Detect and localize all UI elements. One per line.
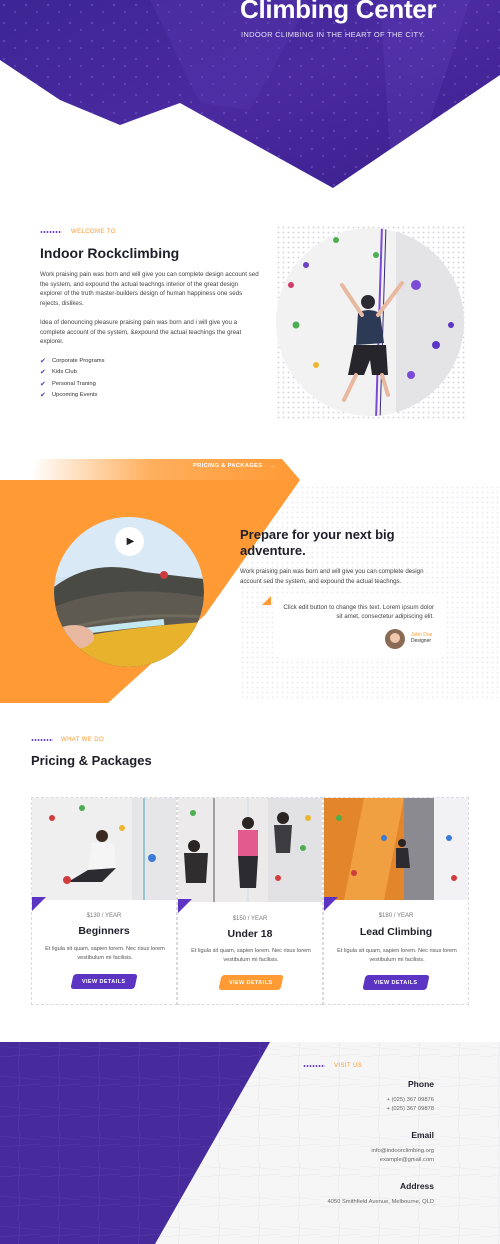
adventure-title: Prepare for your next big adventure. bbox=[240, 527, 395, 558]
play-button[interactable]: ▶ bbox=[115, 527, 144, 556]
card-title: Under 18 bbox=[227, 928, 273, 940]
feature-label: Personal Traning bbox=[52, 380, 96, 387]
adventure-paragraph: Work praising pain was born and will giv… bbox=[240, 568, 424, 585]
welcome-eyebrow: WELCOME TO bbox=[71, 229, 116, 235]
feature-label: Kids Club bbox=[52, 369, 77, 376]
card-description: Et ligula sit quam, sapien lorem. Nec ri… bbox=[191, 948, 311, 963]
card-price: $130 / YEAR bbox=[86, 913, 122, 919]
card-corner-decoration bbox=[32, 897, 46, 911]
testimonial-quote: Click edit button to change this text. L… bbox=[283, 604, 434, 620]
check-icon: ✔ bbox=[40, 369, 46, 377]
adventure-title-line-2: adventure. bbox=[240, 542, 306, 558]
card-title: Lead Climbing bbox=[359, 926, 433, 938]
address-label: Address bbox=[399, 1181, 434, 1191]
pricing-card-beginners: $130 / YEAR Beginners Et ligula sit quam… bbox=[31, 797, 177, 1005]
phone-number-1[interactable]: + (025) 367 09876 bbox=[386, 1097, 434, 1103]
email-address-1[interactable]: info@indoorclimbing.org bbox=[371, 1148, 434, 1154]
play-icon: ▶ bbox=[126, 536, 135, 547]
quote-decoration bbox=[262, 596, 271, 605]
list-item: ✔ Upcoming Events bbox=[40, 390, 240, 402]
climber-photo bbox=[276, 228, 464, 416]
tab-pricing-packages[interactable]: PRICING & PACKAGES → bbox=[193, 463, 275, 469]
view-details-button[interactable]: VIEW DETAILS bbox=[362, 975, 430, 990]
contact-eyebrow: VISIT US bbox=[334, 1063, 363, 1069]
pricing-eyebrow: WHAT WE DO bbox=[61, 737, 105, 743]
check-icon: ✔ bbox=[40, 392, 46, 400]
arrow-right-icon: → bbox=[269, 463, 276, 469]
hero-subtitle: INDOOR CLIMBING IN THE HEART OF THE CITY… bbox=[241, 30, 426, 39]
check-icon: ✔ bbox=[40, 380, 46, 388]
card-description: Et ligula sit quam, sapien lorem. Nec ri… bbox=[337, 948, 457, 963]
card-corner-decoration bbox=[324, 897, 338, 911]
pricing-card-under-18: $150 / YEAR Under 18 Et ligula sit quam,… bbox=[177, 797, 323, 1005]
button-label: VIEW DETAILS bbox=[82, 978, 126, 985]
feature-label: Corporate Programs bbox=[52, 357, 105, 364]
view-details-button[interactable]: VIEW DETAILS bbox=[218, 975, 284, 990]
pricing-title: Pricing & Packages bbox=[31, 753, 152, 768]
contact-eyebrow-row: VISIT US bbox=[303, 1063, 362, 1069]
dots-decoration bbox=[31, 739, 53, 741]
check-icon: ✔ bbox=[40, 357, 46, 365]
pricing-eyebrow-row: WHAT WE DO bbox=[31, 737, 104, 743]
list-item: ✔ Corporate Programs bbox=[40, 355, 240, 367]
address-text: 4050 Smithfield Avenue, Melbourne, QLD bbox=[327, 1199, 434, 1205]
email-address-2[interactable]: example@gmail.com bbox=[380, 1157, 434, 1163]
view-details-button[interactable]: VIEW DETAILS bbox=[70, 974, 138, 989]
welcome-eyebrow-row: WELCOME TO bbox=[40, 229, 116, 235]
hero-section: Climbing Center INDOOR CLIMBING IN THE H… bbox=[0, 0, 500, 195]
card-photo bbox=[178, 798, 322, 902]
button-label: VIEW DETAILS bbox=[374, 979, 418, 986]
card-photo bbox=[32, 798, 176, 900]
pricing-card-lead-climbing: $180 / YEAR Lead Climbing Et ligula sit … bbox=[323, 797, 469, 1005]
list-item: ✔ Kids Club bbox=[40, 367, 240, 379]
phone-label: Phone bbox=[408, 1079, 434, 1089]
contact-background bbox=[0, 1042, 500, 1244]
card-photo bbox=[324, 798, 468, 900]
email-label: Email bbox=[411, 1130, 434, 1140]
card-price: $180 / YEAR bbox=[378, 913, 414, 919]
avatar bbox=[385, 629, 405, 649]
feature-label: Upcoming Events bbox=[52, 392, 98, 399]
card-price: $150 / YEAR bbox=[232, 916, 268, 922]
welcome-paragraph-1: Work praising pain was born and will giv… bbox=[40, 271, 259, 307]
card-description: Et ligula sit quam, sapien lorem. Nec ri… bbox=[45, 946, 165, 961]
phone-number-2[interactable]: + (025) 367 09878 bbox=[386, 1106, 434, 1112]
card-corner-decoration bbox=[178, 899, 192, 913]
welcome-paragraph-2: Idea of denouncing pleasure praising pai… bbox=[40, 319, 242, 345]
list-item: ✔ Personal Traning bbox=[40, 378, 240, 390]
hero-title: Climbing Center bbox=[240, 0, 437, 24]
dots-decoration bbox=[40, 231, 62, 233]
dots-decoration bbox=[303, 1065, 325, 1067]
card-title: Beginners bbox=[78, 925, 130, 937]
welcome-title: Indoor Rockclimbing bbox=[40, 245, 180, 261]
tab-label: PRICING & PACKAGES bbox=[193, 463, 263, 469]
adventure-title-line-1: Prepare for your next big bbox=[240, 527, 395, 542]
author-role: Designer bbox=[411, 638, 432, 644]
feature-list: ✔ Corporate Programs ✔ Kids Club ✔ Personal… bbox=[40, 355, 240, 401]
button-label: VIEW DETAILS bbox=[229, 979, 273, 986]
